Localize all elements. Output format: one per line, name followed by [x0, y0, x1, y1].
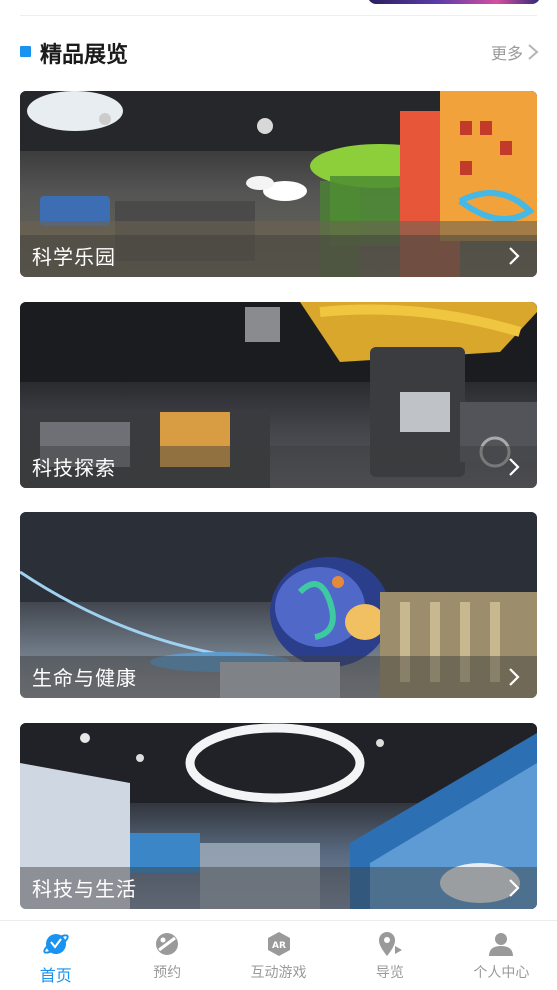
exhibit-card[interactable]: 科技探索 — [20, 302, 537, 488]
tab-profile[interactable]: 个人中心 — [446, 921, 557, 990]
tab-label: 互动游戏 — [250, 965, 307, 981]
section-header: 精品展览 更多 — [0, 34, 557, 74]
map-pin-icon — [375, 929, 405, 959]
chevron-right-icon — [509, 879, 520, 897]
banner-edge — [368, 0, 540, 4]
tab-label: 预约 — [153, 965, 182, 981]
ar-game-icon: AR — [264, 929, 294, 959]
more-link[interactable]: 更多 — [491, 40, 539, 64]
tab-guide[interactable]: 导览 — [334, 921, 445, 990]
exhibit-card[interactable]: 生命与健康 — [20, 512, 537, 698]
tab-reserve[interactable]: 预约 — [111, 921, 222, 990]
svg-text:AR: AR — [272, 941, 286, 951]
tab-label: 首页 — [39, 966, 72, 985]
chevron-right-icon — [509, 668, 520, 686]
chevron-right-icon — [509, 247, 520, 265]
chevron-right-icon — [528, 44, 539, 60]
top-remnant — [0, 0, 557, 16]
chevron-right-icon — [509, 458, 520, 476]
exhibit-card[interactable]: 科学乐园 — [20, 91, 537, 277]
exhibit-card[interactable]: 科技与生活 — [20, 723, 537, 909]
exhibit-label: 科技探索 — [32, 456, 116, 480]
tab-label: 个人中心 — [473, 965, 530, 981]
reserve-icon — [152, 929, 182, 959]
exhibit-label: 科学乐园 — [32, 245, 116, 269]
tab-label: 导览 — [375, 965, 404, 981]
user-icon — [486, 929, 516, 959]
exhibit-label: 科技与生活 — [32, 877, 137, 901]
divider — [20, 15, 537, 16]
section-title: 精品展览 — [40, 43, 129, 68]
home-planet-icon — [41, 929, 71, 959]
bottom-tab-bar: 首页 预约 AR 互动游戏 导览 个人中心 — [0, 920, 557, 990]
exhibit-label: 生命与健康 — [32, 666, 137, 690]
tab-ar-game[interactable]: AR 互动游戏 — [223, 921, 334, 990]
tab-home[interactable]: 首页 — [0, 921, 111, 990]
more-label: 更多 — [490, 44, 523, 63]
section-marker — [20, 46, 31, 57]
